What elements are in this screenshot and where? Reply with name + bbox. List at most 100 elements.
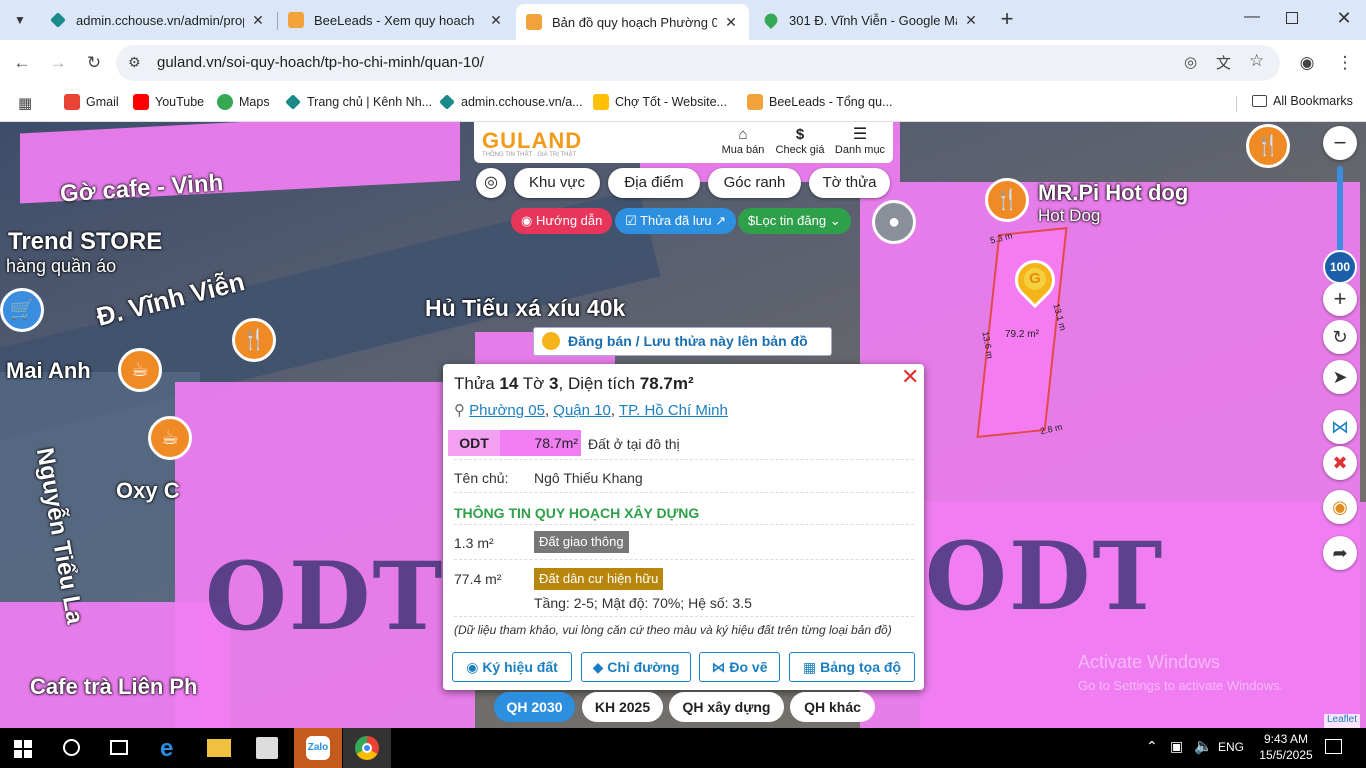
tab-to-thua[interactable]: Tờ thửa	[809, 168, 890, 198]
window-close-icon[interactable]: ✕	[1332, 8, 1356, 32]
restaurant-marker-icon[interactable]: 🍴	[232, 318, 276, 362]
menu-danh-muc[interactable]: ☰ Danh mục	[834, 126, 886, 156]
activate-windows-title: Activate Windows	[1078, 652, 1221, 672]
city-link[interactable]: TP. Hồ Chí Minh	[619, 402, 728, 419]
browser-tab[interactable]: admin.cchouse.vn/admin/prope ✕	[40, 4, 276, 36]
reload-icon[interactable]: ↻	[82, 51, 106, 75]
restore-icon[interactable]	[1286, 12, 1298, 24]
tab-close-icon[interactable]: ✕	[723, 14, 739, 31]
zalo-taskbar-button[interactable]: Zalo	[294, 728, 342, 768]
measure-tool-icon[interactable]: ⋈	[1323, 410, 1357, 444]
back-icon[interactable]: ←	[10, 51, 34, 75]
browser-tab-active[interactable]: Bản đồ quy hoạch Phường 04, Q ✕	[516, 4, 749, 40]
ward-link[interactable]: Phường 05	[469, 402, 545, 419]
restaurant-marker-icon[interactable]: 🍴	[985, 178, 1029, 222]
directions-button[interactable]: ◆ Chỉ đường	[581, 652, 691, 682]
locate-me-button[interactable]: ◎	[476, 168, 506, 198]
minimize-icon[interactable]: —	[1240, 8, 1264, 32]
chevron-up-icon[interactable]: ⌃	[1146, 738, 1158, 755]
tab-close-icon[interactable]: ✕	[488, 12, 504, 29]
volume-icon[interactable]: 🔈	[1194, 737, 1213, 755]
cafe-marker-icon[interactable]: ☕	[118, 348, 162, 392]
saved-plots-button[interactable]: ☑ Thửa đã lưu ↗	[615, 208, 737, 234]
trash-icon[interactable]: ✖	[1323, 446, 1357, 480]
bookmark-admin[interactable]: admin.cchouse.vn/a...	[439, 94, 583, 110]
layer-tab-qh-xay-dung[interactable]: QH xây dựng	[669, 692, 784, 722]
tab-favicon-icon	[288, 12, 304, 28]
clock-date[interactable]: 15/5/2025	[1256, 748, 1316, 762]
address-bar[interactable]: ⚙ guland.vn/soi-quy-hoach/tp-ho-chi-minh…	[116, 45, 1280, 81]
site-info-icon[interactable]: ⚙	[128, 54, 141, 71]
tab-goc-ranh[interactable]: Góc ranh	[708, 168, 801, 198]
tab-search-button[interactable]: ▼	[10, 10, 30, 30]
notification-icon[interactable]	[1325, 739, 1342, 754]
guland-marker-logo-icon: G	[1024, 268, 1046, 290]
clock-time[interactable]: 9:43 AM	[1256, 732, 1316, 746]
all-bookmarks[interactable]: All Bookmarks	[1252, 94, 1353, 108]
language-indicator[interactable]: ENG	[1218, 740, 1244, 754]
bookmark-beeleads[interactable]: BeeLeads - Tổng qu...	[747, 94, 892, 110]
bookmark-trang-chu[interactable]: Trang chủ | Kênh Nh...	[285, 94, 432, 110]
measure-button[interactable]: ⋈ Đo vẽ	[699, 652, 780, 682]
layer-tab-qh-khac[interactable]: QH khác	[790, 692, 875, 722]
filter-listings-button[interactable]: $Lọc tin đăng ⌄	[738, 208, 851, 234]
navigate-icon[interactable]: ➤	[1323, 360, 1357, 394]
search-icon[interactable]	[63, 739, 80, 756]
chrome-taskbar-button[interactable]	[343, 728, 391, 768]
file-explorer-icon[interactable]	[207, 739, 231, 757]
legend-button[interactable]: ◉ Ký hiệu đất	[452, 652, 572, 682]
menu-kebab-icon[interactable]: ⋮	[1333, 51, 1357, 75]
windows-start-icon[interactable]	[14, 740, 32, 758]
refresh-icon[interactable]: ↻	[1323, 320, 1357, 354]
restaurant-marker-icon[interactable]: 🍴	[1246, 124, 1290, 168]
guide-button[interactable]: ◉ Hướng dẫn	[511, 208, 613, 234]
edge-icon[interactable]: e	[160, 735, 173, 763]
zoom-out-button[interactable]: −	[1323, 126, 1357, 160]
zoom-level-badge[interactable]: 100	[1323, 250, 1357, 284]
store-icon[interactable]	[256, 737, 278, 759]
post-listing-banner[interactable]: Đăng bán / Lưu thửa này lên bản đồ	[533, 327, 832, 356]
profile-icon[interactable]: ◉	[1295, 51, 1319, 75]
network-icon[interactable]: ▣	[1170, 738, 1183, 755]
forward-icon[interactable]: →	[46, 51, 70, 75]
shop-marker-icon[interactable]: 🛒	[0, 288, 44, 332]
owner-label: Tên chủ:	[454, 470, 509, 486]
store-marker-icon[interactable]: ●	[872, 200, 916, 244]
map-canvas[interactable]: 79.2 m² 5.3 m 13.1 m 13.6 m 2.8 m G ODT …	[0, 122, 1366, 729]
translate-icon[interactable]: 文	[1216, 52, 1231, 73]
zoom-in-button[interactable]: +	[1323, 282, 1357, 316]
palette-icon[interactable]: ◉	[1323, 490, 1357, 524]
tab-dia-diem[interactable]: Địa điểm	[608, 168, 700, 198]
bookmark-gmail[interactable]: Gmail	[64, 94, 119, 110]
share-icon[interactable]: ➦	[1323, 536, 1357, 570]
beeleads-icon	[747, 94, 763, 110]
district-link[interactable]: Quận 10	[553, 402, 611, 419]
cafe-marker-icon[interactable]: ☕	[148, 416, 192, 460]
chevron-down-icon: ⌄	[829, 213, 841, 228]
layer-tab-kh-2025[interactable]: KH 2025	[582, 692, 663, 722]
tab-close-icon[interactable]: ✕	[250, 12, 266, 29]
map-attribution[interactable]: Leaflet	[1324, 714, 1361, 728]
bookmark-star-icon[interactable]: ☆	[1249, 51, 1264, 71]
tab-close-icon[interactable]: ✕	[963, 12, 979, 29]
layer-tab-qh-2030[interactable]: QH 2030	[494, 692, 575, 722]
apps-grid-icon[interactable]: ▦	[18, 94, 32, 112]
bookmark-maps[interactable]: Maps	[217, 94, 270, 110]
url-text[interactable]: guland.vn/soi-quy-hoach/tp-ho-chi-minh/q…	[157, 54, 484, 71]
map-pin-icon: ⚲	[454, 402, 465, 419]
new-tab-icon[interactable]: +	[995, 8, 1019, 32]
menu-mua-ban[interactable]: ⌂ Mua bán	[720, 126, 766, 156]
menu-check-gia[interactable]: $ Check giá	[774, 126, 826, 156]
plan-detail: Tầng: 2-5; Mật độ: 70%; Hệ số: 3.5	[534, 595, 752, 611]
bookmark-cho-tot[interactable]: Chợ Tốt - Website...	[593, 94, 727, 110]
task-view-icon[interactable]	[110, 740, 128, 755]
guland-logo[interactable]: GULAND	[482, 128, 582, 154]
table-icon: ▦	[802, 659, 817, 675]
bookmark-youtube[interactable]: YouTube	[133, 94, 204, 110]
tab-khu-vuc[interactable]: Khu vực	[514, 168, 600, 198]
tracking-off-icon[interactable]: ◎	[1184, 53, 1197, 71]
browser-tab[interactable]: 301 Đ. Vĩnh Viễn - Google Map ✕	[753, 4, 989, 36]
folder-icon	[1252, 95, 1267, 107]
browser-tab[interactable]: BeeLeads - Xem quy hoach ✕	[278, 4, 514, 36]
coordinates-table-button[interactable]: ▦ Bảng tọa độ	[789, 652, 915, 682]
